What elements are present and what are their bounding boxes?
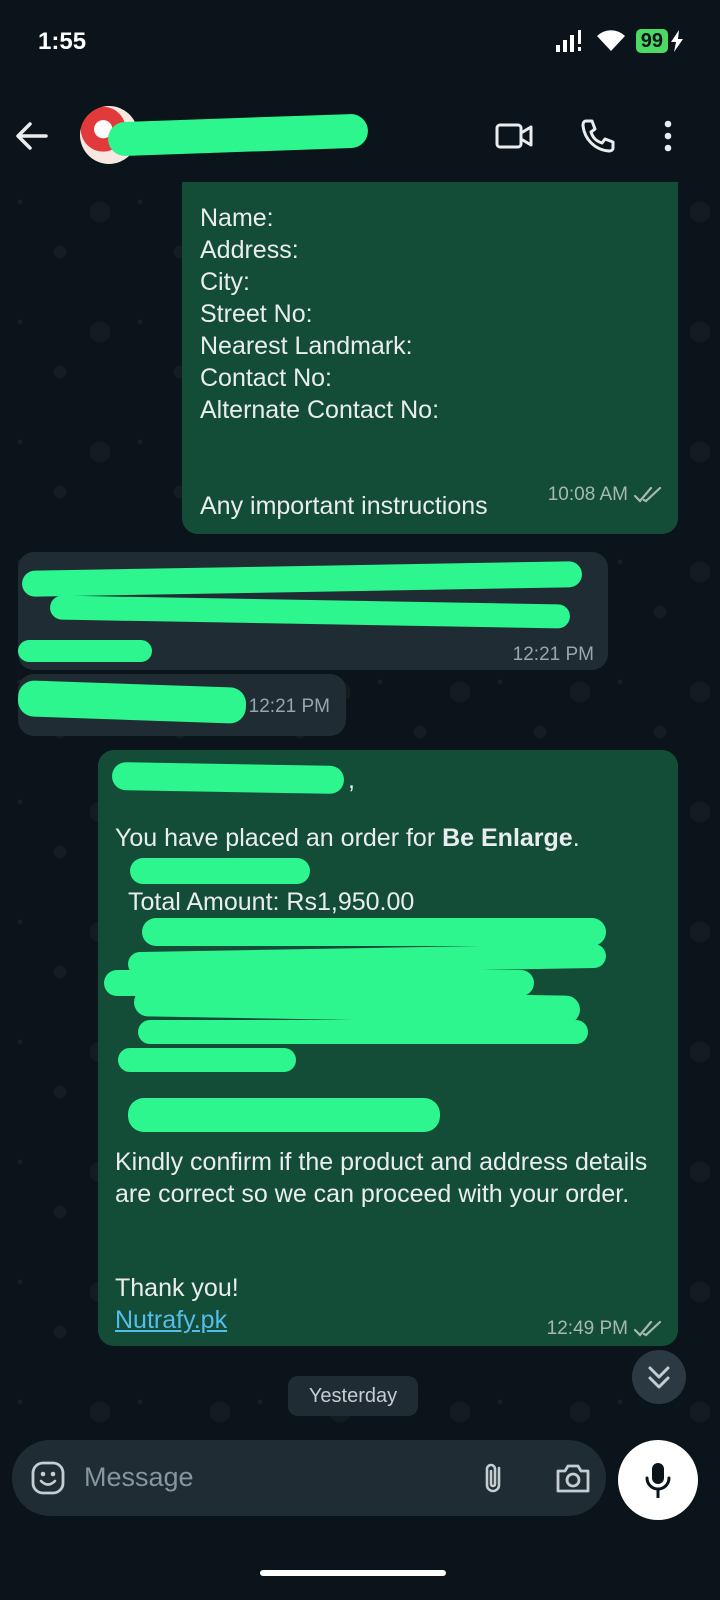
message-bubble-outgoing[interactable]: , You have placed an order for Be Enlarg… bbox=[98, 750, 678, 1346]
message-meta: 12:21 PM bbox=[513, 644, 594, 666]
order-intro-text: You have placed an order for bbox=[115, 824, 443, 852]
scroll-to-bottom-button[interactable] bbox=[632, 1350, 686, 1404]
redacted-text bbox=[17, 680, 247, 724]
message-meta: 10:08 AM bbox=[548, 484, 662, 506]
chat-header bbox=[0, 90, 720, 182]
message-bubble-incoming[interactable]: 12:21 PM bbox=[18, 552, 608, 670]
attach-icon[interactable] bbox=[477, 1460, 513, 1496]
back-arrow-icon[interactable] bbox=[12, 116, 52, 156]
message-line: Street No: bbox=[200, 300, 313, 328]
thanks-text: Thank you! bbox=[115, 1274, 239, 1302]
message-line: Name: bbox=[200, 204, 274, 232]
redacted-order-number bbox=[130, 858, 310, 884]
redacted-greeting bbox=[111, 761, 345, 795]
mic-button[interactable] bbox=[618, 1440, 698, 1520]
date-chip: Yesterday bbox=[288, 1376, 418, 1416]
message-bubble-incoming[interactable]: 12:21 PM bbox=[17, 674, 346, 736]
total-amount: Total Amount: Rs1,950.00 bbox=[128, 888, 415, 916]
gesture-navigation-bar[interactable] bbox=[260, 1570, 446, 1576]
wifi-icon bbox=[596, 30, 625, 51]
redacted-shipping-address bbox=[142, 918, 606, 946]
message-time: 12:21 PM bbox=[512, 644, 594, 665]
message-meta: 12:21 PM bbox=[249, 696, 330, 718]
redacted-shipping-address bbox=[138, 1020, 588, 1044]
chat-area[interactable]: Name: Address: City: Street No: Nearest … bbox=[0, 182, 720, 1462]
message-time: 12:21 PM bbox=[248, 696, 330, 717]
status-icons: 99 bbox=[555, 26, 684, 56]
message-time: 12:49 PM bbox=[546, 1318, 628, 1339]
message-bubble-outgoing[interactable]: Name: Address: City: Street No: Nearest … bbox=[182, 182, 678, 534]
battery-level: 99 bbox=[635, 29, 668, 53]
more-options-icon[interactable] bbox=[648, 116, 688, 156]
redacted-text bbox=[49, 595, 571, 629]
message-line: City: bbox=[200, 268, 250, 296]
message-time: 10:08 AM bbox=[547, 484, 628, 505]
message-line: Address: bbox=[200, 236, 299, 264]
order-intro-period: . bbox=[572, 824, 580, 852]
website-link[interactable]: Nutrafy.pk bbox=[115, 1304, 227, 1336]
message-line bbox=[200, 426, 670, 490]
status-time: 1:55 bbox=[38, 28, 87, 55]
redacted-text bbox=[21, 561, 583, 597]
double-check-icon bbox=[634, 486, 662, 503]
status-bar: 1:55 99 bbox=[0, 0, 720, 90]
message-text: Name: Address: City: Street No: Nearest … bbox=[200, 202, 670, 522]
redacted-text bbox=[18, 640, 152, 662]
contact-name[interactable] bbox=[107, 113, 369, 157]
greeting-punctuation: , bbox=[348, 766, 355, 794]
battery-indicator: 99 bbox=[635, 29, 684, 53]
double-check-icon bbox=[634, 1320, 662, 1337]
camera-icon[interactable] bbox=[554, 1460, 592, 1496]
message-meta: 12:49 PM bbox=[547, 1318, 662, 1340]
signal-icon bbox=[555, 30, 581, 52]
message-line: Alternate Contact No: bbox=[200, 396, 440, 424]
product-name: Be Enlarge bbox=[442, 824, 573, 852]
mic-icon bbox=[645, 1463, 671, 1498]
order-intro: You have placed an order for Be Enlarge. bbox=[115, 822, 665, 854]
chevron-double-down-icon bbox=[648, 1366, 670, 1389]
phone-icon[interactable] bbox=[578, 116, 618, 156]
message-line: Nearest Landmark: bbox=[200, 332, 413, 360]
redacted-shipping-address bbox=[118, 1048, 296, 1072]
charging-icon bbox=[671, 30, 683, 52]
message-line: Contact No: bbox=[200, 364, 333, 392]
message-input[interactable]: Message bbox=[84, 1462, 194, 1493]
redacted-phone bbox=[128, 1098, 440, 1132]
video-call-icon[interactable] bbox=[494, 116, 534, 156]
emoji-icon[interactable] bbox=[30, 1460, 66, 1496]
confirm-text: Kindly confirm if the product and addres… bbox=[115, 1148, 648, 1208]
message-composer: Message bbox=[12, 1440, 606, 1516]
